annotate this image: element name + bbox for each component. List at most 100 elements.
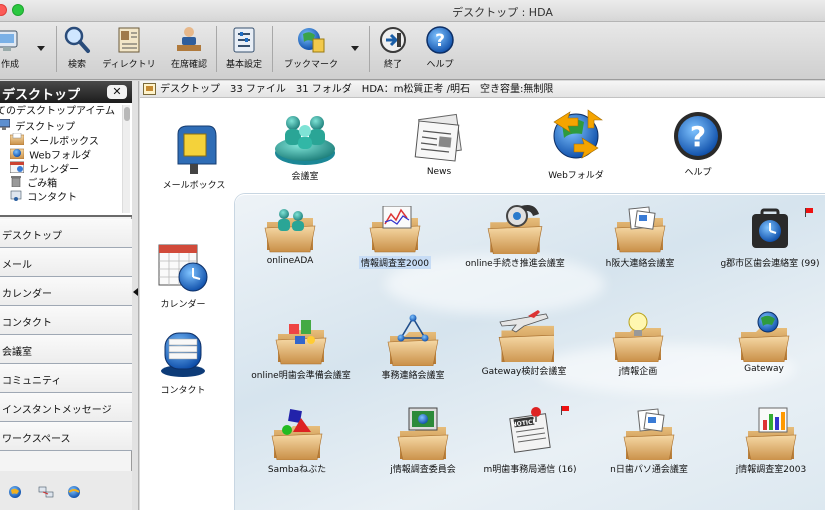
folder-label: n日歯パソ通会議室: [610, 465, 688, 475]
tree-item-web-folder[interactable]: Webフォルダ: [9, 147, 91, 162]
nav-item-instant-message[interactable]: インスタントメッセージ: [0, 393, 132, 422]
toolbar-help-button[interactable]: ? ヘルプ: [420, 25, 460, 75]
nav-item-label: コンタクト: [2, 318, 52, 329]
network-folder-icon: [387, 314, 439, 366]
tree-item-trash[interactable]: ごみ箱: [10, 175, 57, 190]
toolbar-directory-button[interactable]: ディレクトリ: [96, 25, 162, 75]
folder-item[interactable]: Sambaねぶた: [257, 408, 337, 475]
toolbar-label: ブックマーク: [283, 60, 338, 70]
search-icon: [64, 26, 90, 53]
document-folder-icon: [614, 206, 666, 254]
help-icon: ?: [674, 112, 722, 160]
folder-item[interactable]: h阪大連絡会議室: [585, 206, 695, 269]
conference-icon: [275, 116, 335, 165]
toolbar-settings-button[interactable]: 基本設定: [220, 25, 268, 75]
plane-folder-icon: [494, 310, 554, 362]
svg-text:?: ?: [435, 31, 445, 51]
network-icon[interactable]: [38, 485, 54, 499]
tree-item-contact[interactable]: コンタクト: [10, 189, 77, 206]
folder-item[interactable]: online手続き推進会議室: [457, 204, 573, 269]
desktop-status-icon: [143, 83, 156, 95]
mailbox-icon: [177, 125, 217, 174]
toolbar-label: ディレクトリ: [102, 60, 156, 70]
toolbar-label: ヘルプ: [426, 60, 454, 70]
sidebar-close-button[interactable]: ✕: [107, 85, 127, 99]
desktop-icon-mailbox[interactable]: メールボックス: [154, 124, 234, 191]
web-globe-icon[interactable]: [67, 485, 81, 499]
settings-icon: [233, 27, 255, 53]
toolbar-separator: [369, 26, 370, 72]
folder-item[interactable]: 事務連絡会議室: [365, 314, 461, 381]
nav-item-calendar[interactable]: カレンダー: [0, 277, 132, 306]
folder-item[interactable]: 情報調査室2000: [345, 206, 445, 269]
new-item-flag-icon: [561, 406, 569, 415]
toolbar-quit-button[interactable]: 終了: [376, 25, 410, 75]
tree-item-desktop[interactable]: デスクトップ: [0, 118, 75, 135]
chart-folder-icon: [369, 206, 421, 254]
folder-item[interactable]: Gateway: [729, 310, 799, 374]
folder-item[interactable]: onlineADA: [245, 206, 335, 266]
nav-item-community[interactable]: コミュニティ: [0, 364, 132, 393]
toolbar-label: 在席確認: [170, 60, 207, 70]
folder-item[interactable]: j情報調査委員会: [365, 406, 481, 475]
panel-splitter[interactable]: [132, 81, 139, 510]
nav-item-mail[interactable]: メール: [0, 248, 132, 277]
desktop-icon-label: News: [426, 167, 452, 177]
folder-label: online明歯会準備会議室: [251, 371, 351, 381]
nav-item-label: インスタントメッセージ: [2, 405, 112, 416]
nav-item-workspace[interactable]: ワークスペース: [0, 422, 132, 451]
folder-label: j情報調査室2003: [735, 465, 807, 475]
desktop-icon-calendar[interactable]: カレンダー: [148, 239, 218, 310]
folder-label: online手続き推進会議室: [465, 259, 565, 269]
contact-icon: [161, 332, 205, 377]
nav-item-conference[interactable]: 会議室: [0, 335, 132, 364]
desktop-icon-label: Webフォルダ: [548, 171, 604, 181]
toolbar-search-button[interactable]: 検索: [60, 25, 94, 75]
tree-scrollbar[interactable]: [122, 105, 130, 213]
desktop-icon: [0, 118, 11, 135]
folder-item[interactable]: Gateway検討会議室: [469, 310, 579, 377]
desktop-icon-label: カレンダー: [160, 300, 206, 310]
folder-item[interactable]: j情報調査室2003: [721, 406, 821, 475]
sidebar-header-title: デスクトップ: [2, 88, 81, 103]
desktop-icon-label: コンタクト: [160, 386, 206, 396]
desktop-tree: てのデスクトップアイテム デスクトップ メールボックス Webフォルダ カレンダ…: [0, 103, 132, 217]
toolbar-label: 作成: [0, 60, 19, 70]
capacity-label: 空き容量:無制限: [480, 84, 554, 95]
folder-item[interactable]: g郡市区歯会連絡室 (99): [705, 208, 825, 269]
folder-label: Gateway: [744, 364, 784, 374]
tree-item-calendar[interactable]: カレンダー: [9, 161, 80, 176]
desktop-icon-contact[interactable]: コンタクト: [148, 325, 218, 396]
toolbar-bookmark-button[interactable]: ブックマーク: [280, 25, 342, 75]
desktop-icon-conference[interactable]: 会議室: [265, 109, 345, 182]
folder-item[interactable]: j情報企画: [603, 310, 673, 377]
tree-item-label: カレンダー: [29, 164, 80, 176]
desktop-icon-web-folder[interactable]: Webフォルダ: [536, 104, 616, 181]
tree-item-all-items[interactable]: てのデスクトップアイテム: [0, 105, 115, 119]
globe-icon[interactable]: [8, 485, 22, 499]
create-dropdown-arrow-icon[interactable]: [37, 46, 45, 51]
folder-label: j情報調査委員会: [390, 465, 456, 475]
tree-item-mailbox[interactable]: メールボックス: [9, 132, 99, 148]
shapes-folder-icon: [271, 409, 323, 460]
nav-item-label: コミュニティ: [2, 376, 62, 387]
folder-label: Gateway検討会議室: [481, 367, 567, 377]
contact-icon: [10, 189, 22, 206]
folder-item[interactable]: NOTICE m明歯事務局通信 (16): [475, 406, 585, 475]
desktop-icon-help[interactable]: ? ヘルプ: [667, 109, 729, 178]
nav-item-contact[interactable]: コンタクト: [0, 306, 132, 335]
folder-item[interactable]: n日歯パソ通会議室: [597, 406, 701, 475]
sidebar-footer: [0, 471, 132, 510]
collapse-arrow-icon[interactable]: [133, 288, 138, 296]
nav-item-desktop[interactable]: デスクトップ: [0, 219, 132, 248]
folder-label: g郡市区歯会連絡室 (99): [720, 259, 820, 269]
folder-item[interactable]: online明歯会準備会議室: [243, 318, 359, 381]
tree-scrollbar-thumb[interactable]: [124, 107, 130, 121]
toolbar-create-button[interactable]: 作成: [0, 25, 28, 75]
desktop-icon-news[interactable]: News: [404, 113, 474, 177]
toolbar-presence-button[interactable]: 在席確認: [165, 25, 213, 75]
svg-text:?: ?: [690, 120, 706, 153]
folder-label: m明歯事務局通信 (16): [483, 465, 577, 475]
nav-item-label: ワークスペース: [2, 434, 71, 445]
bookmark-dropdown-arrow-icon[interactable]: [351, 46, 359, 51]
